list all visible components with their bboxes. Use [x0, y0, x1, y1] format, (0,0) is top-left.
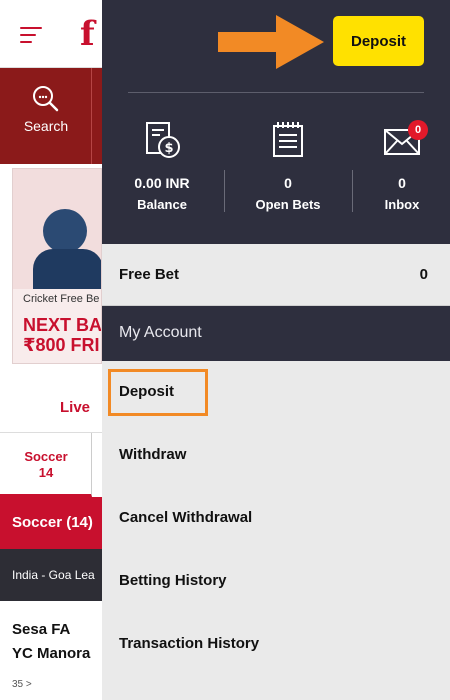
menu-item-transaction-history[interactable]: Transaction History — [102, 613, 450, 676]
account-drawer: Deposit $ 0.00 INR Balance 0 Open Bets 0… — [102, 0, 450, 700]
drawer-header: Deposit $ 0.00 INR Balance 0 Open Bets 0… — [102, 0, 450, 244]
balance-label: Balance — [137, 197, 187, 212]
inbox-value: 0 — [398, 175, 406, 191]
stat-separator — [224, 170, 225, 212]
menu-item-withdraw[interactable]: Withdraw — [102, 424, 450, 487]
cricketer-image — [13, 169, 101, 289]
league-title: India - Goa Lea — [12, 568, 95, 582]
promo-caption: Cricket Free Be — [23, 293, 100, 305]
quick-nav-bar: Search — [0, 68, 102, 164]
my-account-title: My Account — [119, 324, 202, 341]
menu-item-cancel-withdrawal[interactable]: Cancel Withdrawal — [102, 487, 450, 550]
open-bets-value: 0 — [284, 175, 292, 191]
menu-item-label: Transaction History — [119, 635, 260, 652]
search-button[interactable]: Search — [0, 68, 92, 164]
menu-item-label: Cancel Withdrawal — [119, 509, 253, 526]
arrow-pointer-icon — [218, 15, 324, 69]
balance-stat[interactable]: $ 0.00 INR Balance — [108, 120, 216, 220]
menu-item-label: Withdraw — [119, 446, 187, 463]
promo-headline: NEXT BA — [23, 315, 102, 335]
hamburger-menu-icon[interactable] — [20, 27, 42, 43]
inbox-stat[interactable]: 0 Inbox — [348, 120, 450, 220]
inbox-badge: 0 — [408, 120, 428, 140]
soccer-section-header[interactable]: Soccer (14) — [0, 497, 102, 549]
menu-item-label: Betting History — [119, 572, 227, 589]
app-header: f — [0, 0, 102, 68]
free-bet-value: 0 — [419, 266, 428, 283]
deposit-highlight-box — [108, 369, 208, 416]
match-row[interactable]: Sesa FA YC Manora 35 > — [0, 601, 102, 700]
menu-item-betting-history[interactable]: Betting History — [102, 550, 450, 613]
tab-live-label: Live — [60, 399, 91, 416]
sport-tab-soccer[interactable]: Soccer 14 — [0, 433, 92, 497]
search-label: Search — [23, 118, 69, 134]
free-bet-label: Free Bet — [119, 266, 180, 283]
league-header[interactable]: India - Goa Lea — [0, 549, 102, 601]
search-icon — [31, 84, 59, 117]
my-account-section-header: My Account — [102, 306, 450, 361]
balance-value: 0.00 INR — [134, 175, 190, 191]
divider — [128, 92, 424, 93]
sport-tabs: Soccer 14 — [0, 433, 102, 497]
sport-tab-count: 14 — [38, 465, 54, 480]
promo-amount: ₹800 FRI — [23, 335, 100, 355]
brand-logo: f — [80, 14, 95, 54]
team-home: Sesa FA — [12, 621, 71, 638]
markets-count[interactable]: 35 > — [12, 679, 32, 690]
sport-tab-name: Soccer — [24, 449, 68, 464]
open-bets-label: Open Bets — [255, 197, 321, 212]
inbox-label: Inbox — [384, 197, 420, 212]
open-bets-stat[interactable]: 0 Open Bets — [234, 120, 342, 220]
team-away: YC Manora — [12, 645, 91, 662]
deposit-button[interactable]: Deposit — [333, 16, 424, 66]
soccer-section-title: Soccer (14) — [12, 514, 93, 531]
bet-slip-icon — [268, 120, 308, 165]
promo-banner[interactable]: Cricket Free Be NEXT BA ₹800 FRI — [12, 168, 102, 364]
free-bet-row[interactable]: Free Bet 0 — [102, 244, 450, 306]
background-app: f Search Cricket Free Be NEXT BA ₹800 FR… — [0, 0, 102, 700]
money-receipt-icon: $ — [142, 120, 182, 165]
tab-live[interactable]: Live — [0, 383, 102, 433]
svg-text:$: $ — [164, 141, 173, 156]
